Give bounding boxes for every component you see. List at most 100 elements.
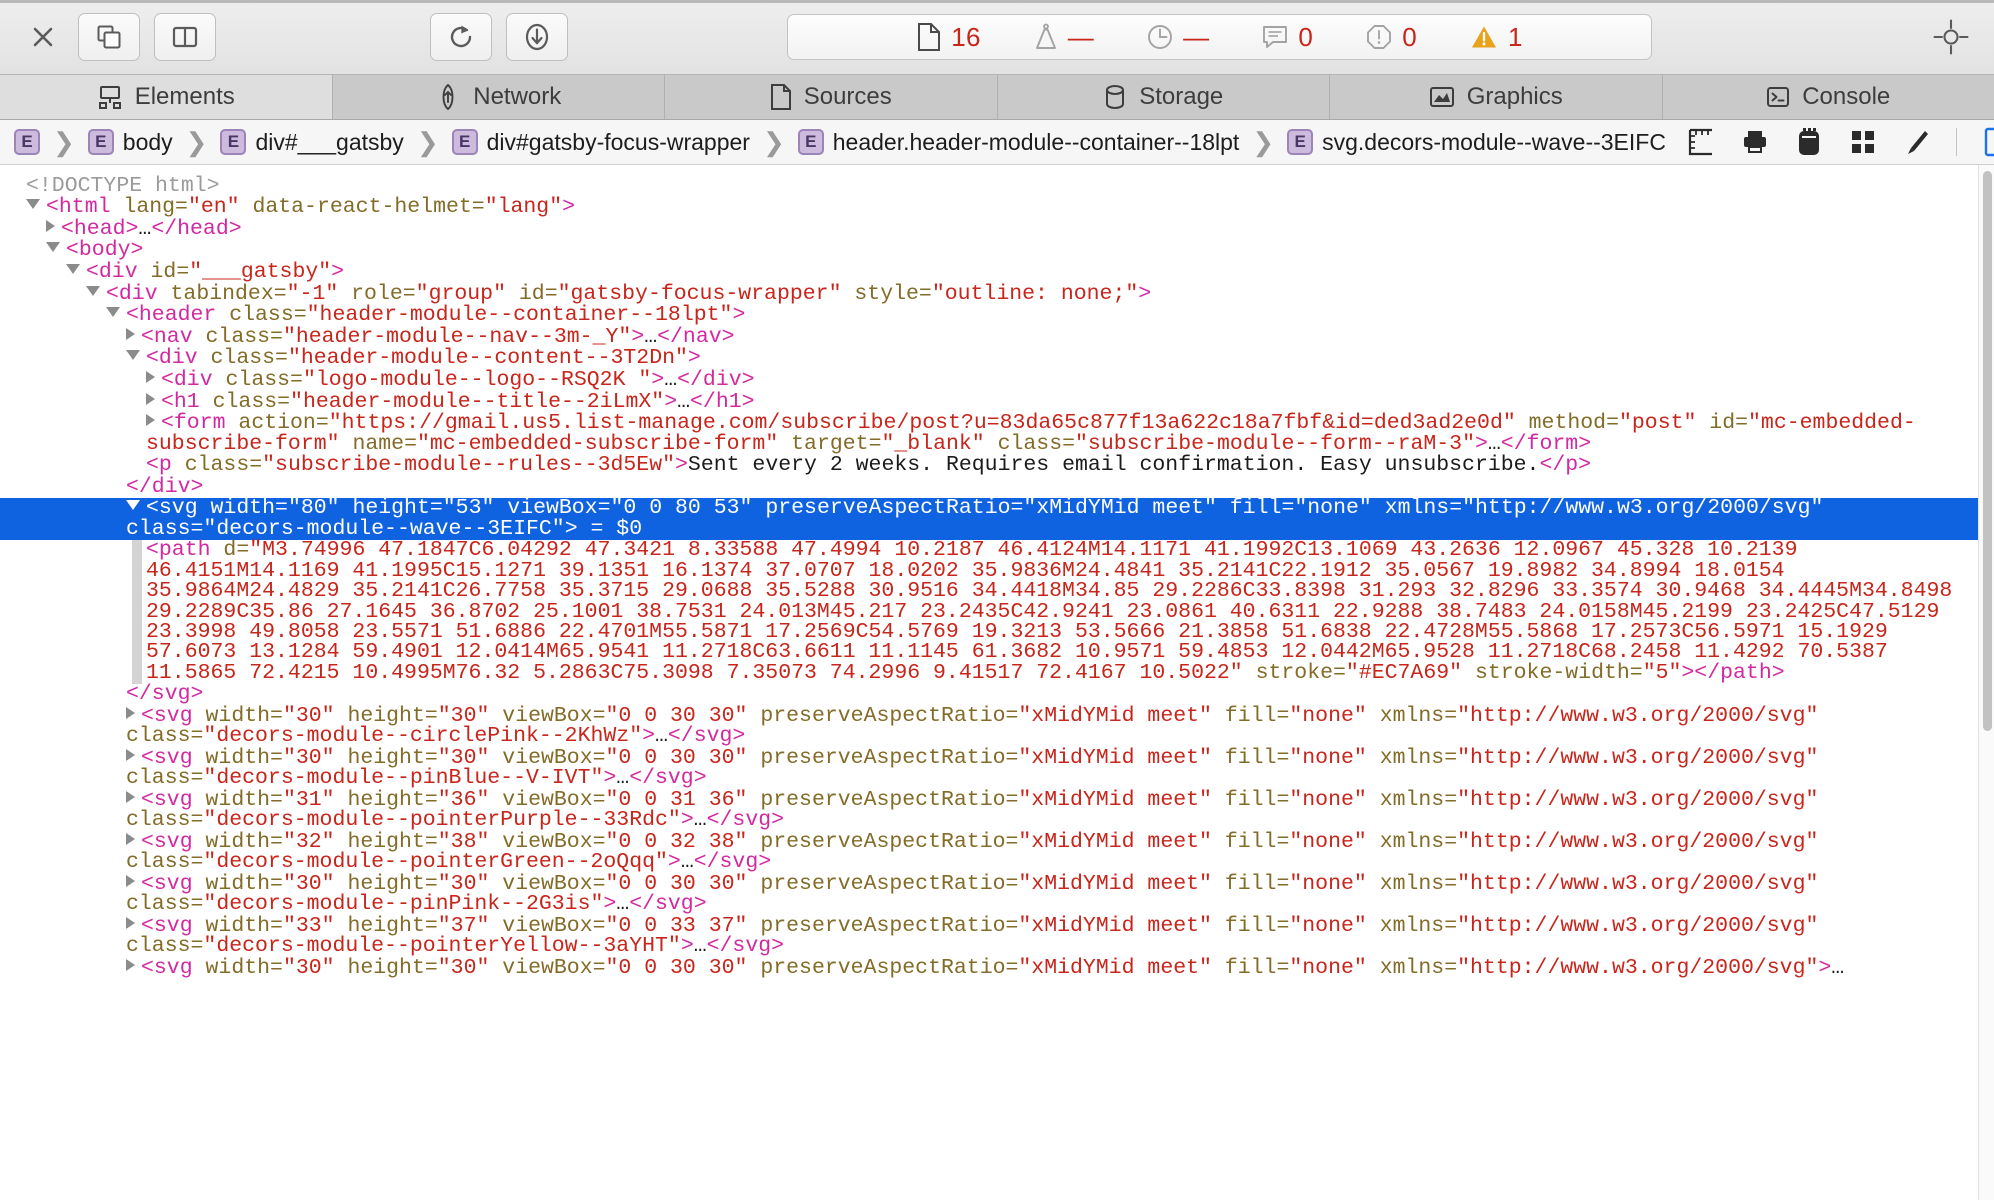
dom-node-line: <head>…</head> — [46, 218, 1970, 240]
close-icon — [33, 27, 53, 47]
dom-tree-panel[interactable]: <!DOCTYPE html> <html lang="en" data-reac… — [0, 165, 1994, 1200]
dom-node-line: <svg width="33" height="37" viewBox="0 0… — [126, 913, 1832, 959]
disclosure-triangle-open-icon[interactable] — [126, 500, 140, 511]
download-web-archive-button[interactable] — [506, 13, 568, 61]
tab-elements[interactable]: Elements — [0, 75, 333, 119]
breadcrumb-item[interactable]: Ediv#gatsby-focus-wrapper — [451, 129, 750, 156]
dom-node[interactable]: <html lang="en" data-react-helmet="lang"… — [0, 196, 1994, 219]
layout-rulers-icon[interactable] — [1686, 127, 1716, 157]
inspect-element-button[interactable] — [1930, 16, 1972, 58]
dom-node-line: <svg width="31" height="36" viewBox="0 0… — [126, 787, 1832, 833]
disclosure-triangle-closed-icon[interactable] — [126, 958, 135, 971]
status-transfer-size: — — [1033, 22, 1094, 53]
dom-node[interactable]: <div id="___gatsby"> — [0, 261, 1994, 283]
dom-node-line: <header class="header-module--container-… — [106, 304, 1970, 327]
tab-label: Elements — [134, 83, 235, 110]
disclosure-triangle-closed-icon[interactable] — [126, 916, 135, 929]
dom-node[interactable]: <svg width="33" height="37" viewBox="0 0… — [0, 915, 1994, 957]
tab-storage[interactable]: Storage — [997, 75, 1330, 119]
status-console-logs[interactable]: 0 — [1261, 22, 1313, 53]
disclosure-triangle-closed-icon[interactable] — [146, 370, 155, 383]
dock-to-window-button[interactable] — [78, 13, 140, 61]
dom-node[interactable]: </svg> — [0, 684, 1994, 706]
grid-overlay-icon[interactable] — [1848, 127, 1878, 157]
load-time-value: — — [1183, 21, 1210, 52]
disclosure-triangle-open-icon[interactable] — [106, 307, 120, 318]
dom-node[interactable]: <h1 class="header-module--title--2iLmX">… — [0, 391, 1994, 413]
disclosure-triangle-closed-icon[interactable] — [126, 706, 135, 719]
console-log-icon — [1263, 26, 1288, 48]
disclosure-triangle-closed-icon[interactable] — [126, 748, 135, 761]
dom-node[interactable]: <div tabindex="-1" role="group" id="gats… — [0, 283, 1994, 305]
dom-node[interactable]: <path d="M3.74996 47.1847C6.04292 47.342… — [0, 540, 1994, 684]
force-appearance-icon[interactable] — [1794, 127, 1824, 157]
dom-node[interactable]: <!DOCTYPE html> — [0, 175, 1994, 197]
disclosure-triangle-closed-icon[interactable] — [146, 392, 155, 405]
dom-node[interactable]: <svg width="32" height="38" viewBox="0 0… — [0, 831, 1994, 873]
disclosure-triangle-open-icon[interactable] — [46, 242, 60, 253]
dom-node[interactable]: <svg width="30" height="30" viewBox="0 0… — [0, 705, 1994, 747]
status-errors[interactable]: 0 — [1365, 22, 1417, 53]
graphics-icon — [1429, 85, 1455, 109]
dom-node[interactable]: <head>…</head> — [0, 218, 1994, 240]
dom-node[interactable]: <svg width="30" height="30" viewBox="0 0… — [0, 957, 1994, 979]
breadcrumb-separator: ❯ — [185, 126, 208, 157]
breadcrumb-separator: ❯ — [53, 126, 75, 157]
dom-node[interactable]: <svg width="31" height="36" viewBox="0 0… — [0, 789, 1994, 831]
dom-node[interactable]: <nav class="header-module--nav--3m-_Y">…… — [0, 326, 1994, 348]
breadcrumb-item[interactable]: Eheader.header-module--container--18lpt — [797, 129, 1239, 156]
dom-node-line: </div> — [126, 474, 204, 499]
disclosure-triangle-open-icon[interactable] — [26, 199, 40, 210]
dom-node[interactable]: <div class="header-module--content--3T2D… — [0, 348, 1994, 370]
status-warnings[interactable]: 1 — [1469, 22, 1523, 53]
dom-node[interactable]: <body> — [0, 240, 1994, 262]
disclosure-triangle-closed-icon[interactable] — [146, 414, 155, 427]
breadcrumb-item[interactable]: Esvg.decors-module--wave--3EIFC — [1287, 129, 1666, 156]
show-details-sidebar-icon[interactable] — [1981, 127, 1994, 157]
breadcrumb-item-label: svg.decors-module--wave--3EIFC — [1322, 128, 1666, 155]
dom-node[interactable]: <svg width="30" height="30" viewBox="0 0… — [0, 747, 1994, 789]
dom-node-line: <form action="https://gmail.us5.list-man… — [146, 411, 1916, 456]
dom-node-selected[interactable]: <svg width="80" height="53" viewBox="0 0… — [0, 498, 1994, 540]
tab-label: Sources — [803, 83, 892, 110]
scrollbar-thumb[interactable] — [1983, 171, 1992, 731]
breadcrumb-item-label: div#___gatsby — [255, 128, 404, 155]
disclosure-triangle-closed-icon[interactable] — [126, 874, 135, 887]
breadcrumb-item[interactable]: Ebody — [87, 129, 173, 156]
dom-node[interactable]: <p class="subscribe-module--rules--3d5Ew… — [0, 454, 1994, 477]
error-octagon-icon — [1367, 25, 1392, 49]
warning-triangle-icon — [1471, 26, 1496, 48]
breadcrumb-item[interactable]: Ediv#___gatsby — [220, 128, 404, 156]
breadcrumb-separator: ❯ — [762, 126, 785, 157]
breadcrumb-item[interactable]: E — [14, 129, 40, 155]
disclosure-triangle-open-icon[interactable] — [66, 263, 80, 274]
tab-console[interactable]: Console — [1662, 75, 1994, 119]
disclosure-triangle-open-icon[interactable] — [86, 285, 100, 296]
print-styles-icon[interactable] — [1740, 127, 1770, 157]
dom-node[interactable]: <form action="https://gmail.us5.list-man… — [0, 411, 1994, 456]
disclosure-triangle-closed-icon[interactable] — [126, 832, 135, 845]
paint-brush-icon[interactable] — [1902, 127, 1932, 157]
dom-node[interactable]: <div class="logo-module--logo--RSQ2K ">…… — [0, 369, 1994, 391]
dom-node-line: <path d="M3.74996 47.1847C6.04292 47.342… — [146, 538, 1966, 685]
resource-document-icon — [918, 23, 941, 51]
reload-page-button[interactable] — [430, 13, 492, 61]
disclosure-triangle-closed-icon[interactable] — [126, 327, 135, 340]
vertical-scrollbar[interactable] — [1978, 165, 1994, 1200]
resource-status-bar[interactable]: 16 — — 0 0 1 — [787, 14, 1652, 60]
tab-sources[interactable]: Sources — [665, 75, 998, 119]
inspector-toolbar: 16 — — 0 0 1 — [0, 0, 1994, 75]
disclosure-triangle-closed-icon[interactable] — [126, 790, 135, 803]
dom-tree[interactable]: <!DOCTYPE html> <html lang="en" data-reac… — [0, 165, 1994, 979]
clock-load-time-icon — [1148, 25, 1173, 49]
dom-node[interactable]: </div> — [0, 476, 1994, 498]
element-badge-icon: E — [797, 129, 824, 155]
dock-side-by-side-button[interactable] — [154, 13, 216, 61]
disclosure-triangle-closed-icon[interactable] — [46, 219, 55, 232]
close-inspector-button[interactable] — [22, 16, 64, 58]
tab-graphics[interactable]: Graphics — [1330, 75, 1663, 119]
disclosure-triangle-open-icon[interactable] — [126, 350, 140, 361]
dom-node[interactable]: <header class="header-module--container-… — [0, 304, 1994, 327]
dom-node[interactable]: <svg width="30" height="30" viewBox="0 0… — [0, 873, 1994, 915]
tab-network[interactable]: Network — [332, 75, 665, 119]
